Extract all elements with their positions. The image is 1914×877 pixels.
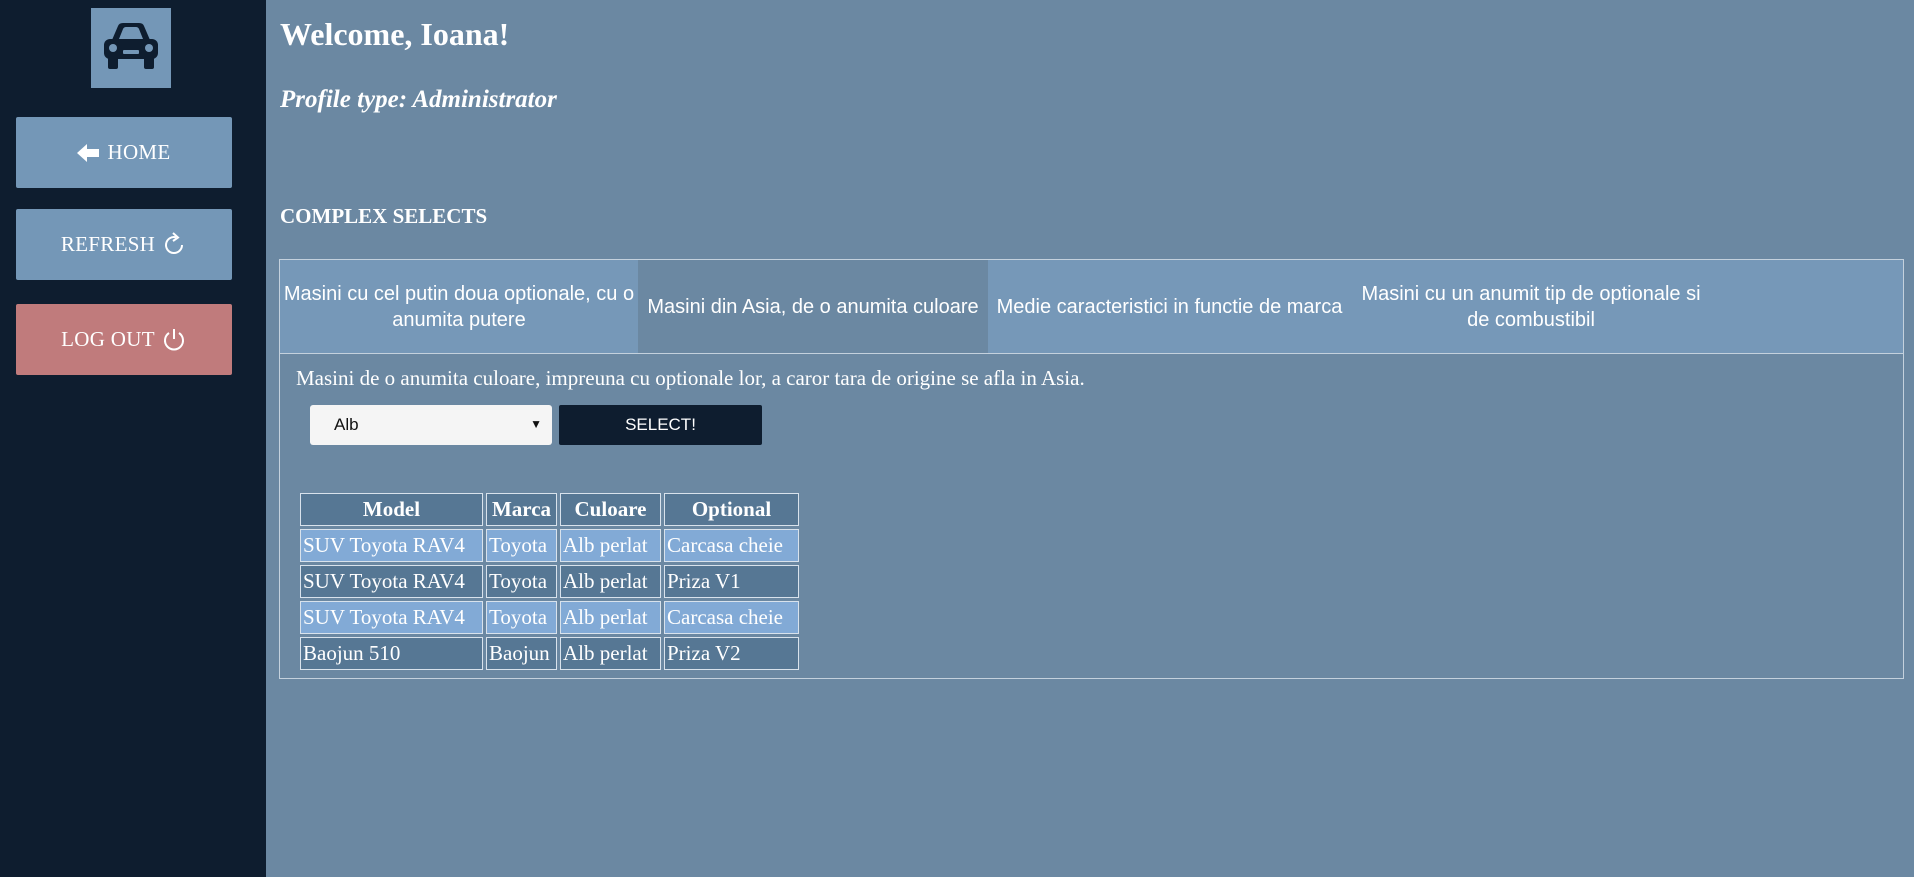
cell-optional: Priza V1 bbox=[664, 565, 799, 598]
complex-selects-panel: Masini cu cel putin doua optionale, cu o… bbox=[279, 259, 1904, 679]
car-icon bbox=[104, 23, 158, 69]
chevron-down-icon: ▼ bbox=[530, 417, 542, 431]
cell-model: SUV Toyota RAV4 bbox=[300, 529, 483, 562]
col-header-marca: Marca bbox=[486, 493, 557, 526]
cell-marca: Toyota bbox=[486, 601, 557, 634]
results-table: Model Marca Culoare Optional SUV Toyota … bbox=[297, 490, 802, 673]
cell-model: Baojun 510 bbox=[300, 637, 483, 670]
home-button[interactable]: HOME bbox=[16, 117, 232, 188]
profile-type: Profile type: Administrator bbox=[280, 86, 557, 113]
tab-asia-color[interactable]: Masini din Asia, de o anumita culoare bbox=[638, 260, 988, 353]
query-description: Masini de o anumita culoare, impreuna cu… bbox=[296, 366, 1085, 390]
cell-optional: Carcasa cheie bbox=[664, 529, 799, 562]
table-row: SUV Toyota RAV4 Toyota Alb perlat Carcas… bbox=[300, 601, 799, 634]
welcome-heading: Welcome, Ioana! bbox=[280, 16, 510, 52]
section-title: COMPLEX SELECTS bbox=[280, 204, 488, 228]
color-select[interactable]: Alb ▼ bbox=[310, 405, 552, 445]
color-select-value: Alb bbox=[334, 415, 359, 434]
table-row: Baojun 510 Baojun Alb perlat Priza V2 bbox=[300, 637, 799, 670]
cell-marca: Toyota bbox=[486, 565, 557, 598]
select-button[interactable]: SELECT! bbox=[559, 405, 762, 445]
table-header-row: Model Marca Culoare Optional bbox=[300, 493, 799, 526]
power-icon bbox=[161, 327, 187, 353]
tab-bar: Masini cu cel putin doua optionale, cu o… bbox=[280, 260, 1903, 354]
logout-label: LOG OUT bbox=[61, 327, 155, 351]
cell-optional: Priza V2 bbox=[664, 637, 799, 670]
sidebar: HOME REFRESH LOG OUT bbox=[0, 0, 266, 877]
tab-average-by-brand[interactable]: Medie caracteristici in functie de marca bbox=[988, 260, 1351, 353]
app-logo bbox=[91, 8, 171, 88]
tab-optional-fuel[interactable]: Masini cu un anumit tip de optionale si … bbox=[1351, 260, 1711, 353]
cell-marca: Baojun bbox=[486, 637, 557, 670]
col-header-culoare: Culoare bbox=[560, 493, 661, 526]
arrow-left-icon bbox=[77, 143, 100, 163]
col-header-model: Model bbox=[300, 493, 483, 526]
cell-culoare: Alb perlat bbox=[560, 565, 661, 598]
cell-optional: Carcasa cheie bbox=[664, 601, 799, 634]
cell-culoare: Alb perlat bbox=[560, 601, 661, 634]
home-label: HOME bbox=[107, 140, 171, 164]
refresh-icon bbox=[161, 231, 187, 258]
logout-button[interactable]: LOG OUT bbox=[16, 304, 232, 375]
tab-optional-power[interactable]: Masini cu cel putin doua optionale, cu o… bbox=[280, 260, 638, 353]
refresh-label: REFRESH bbox=[60, 232, 156, 256]
cell-culoare: Alb perlat bbox=[560, 529, 661, 562]
table-row: SUV Toyota RAV4 Toyota Alb perlat Priza … bbox=[300, 565, 799, 598]
cell-marca: Toyota bbox=[486, 529, 557, 562]
cell-culoare: Alb perlat bbox=[560, 637, 661, 670]
table-row: SUV Toyota RAV4 Toyota Alb perlat Carcas… bbox=[300, 529, 799, 562]
refresh-button[interactable]: REFRESH bbox=[16, 209, 232, 280]
cell-model: SUV Toyota RAV4 bbox=[300, 601, 483, 634]
col-header-optional: Optional bbox=[664, 493, 799, 526]
cell-model: SUV Toyota RAV4 bbox=[300, 565, 483, 598]
